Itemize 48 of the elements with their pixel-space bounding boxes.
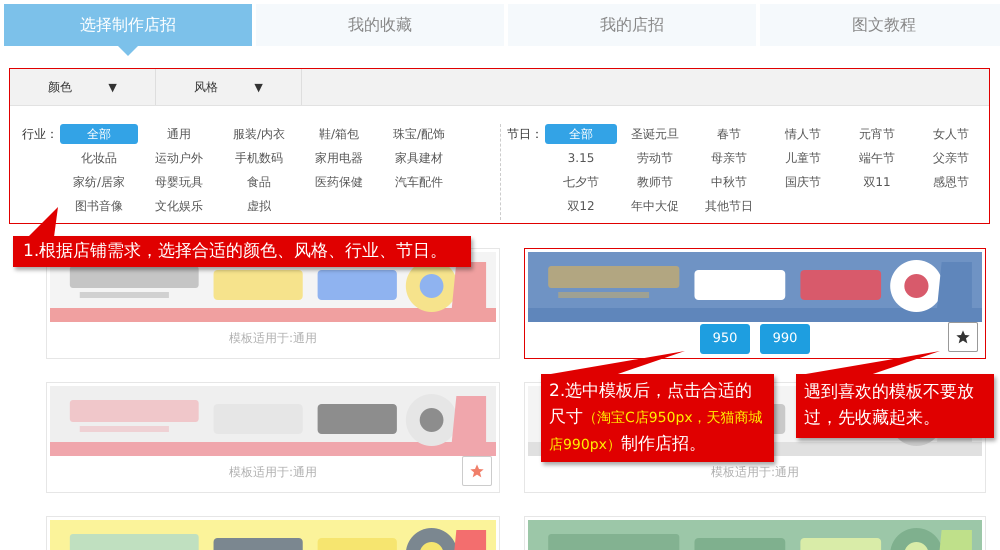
filter-option[interactable]: 七夕节 [545, 172, 617, 192]
favorite-button[interactable] [948, 322, 978, 352]
filter-option[interactable]: 母婴玩具 [140, 172, 218, 192]
filter-option[interactable]: 母亲节 [693, 148, 765, 168]
filter-option[interactable]: 汽车配件 [380, 172, 458, 192]
filter-option[interactable]: 春节 [693, 124, 765, 144]
filter-option[interactable]: 中秋节 [693, 172, 765, 192]
filter-option[interactable]: 教师节 [619, 172, 691, 192]
filter-option[interactable]: 父亲节 [915, 148, 987, 168]
filter-option[interactable]: 家具建材 [380, 148, 458, 168]
filter-option[interactable]: 家用电器 [300, 148, 378, 168]
dropdown[interactable]: 颜色 ▼ [10, 69, 156, 105]
tab-pointer-icon [118, 46, 138, 56]
filter-option[interactable]: 图书音像 [60, 196, 138, 216]
filter-option[interactable]: 其他节日 [693, 196, 765, 216]
template-caption: 模板适用于:通用 [228, 464, 318, 481]
filter-option[interactable]: 鞋/箱包 [300, 124, 378, 144]
filter-option[interactable]: 医药保健 [300, 172, 378, 192]
dropdown[interactable]: 风格 ▼ [156, 69, 302, 105]
filter-option[interactable]: 食品 [220, 172, 298, 192]
star-icon [955, 329, 971, 345]
filter-option[interactable]: 虚拟 [220, 196, 298, 216]
filter-option[interactable]: 手机数码 [220, 148, 298, 168]
filter-option[interactable]: 家纺/居家 [60, 172, 138, 192]
filter-option[interactable]: 双11 [841, 172, 913, 192]
filter-option[interactable]: 通用 [140, 124, 218, 144]
filter-option[interactable]: 圣诞元旦 [619, 124, 691, 144]
filter-option[interactable]: 女人节 [915, 124, 987, 144]
filter-option[interactable]: 3.15 [545, 148, 617, 168]
filter-option[interactable]: 儿童节 [767, 148, 839, 168]
filter-option[interactable]: 运动户外 [140, 148, 218, 168]
filter-option[interactable]: 感恩节 [915, 172, 987, 192]
star-icon [469, 463, 485, 479]
filter-label: 节日： [507, 126, 544, 143]
filter-option[interactable]: 文化娱乐 [140, 196, 218, 216]
filter-option[interactable]: 珠宝/配饰 [380, 124, 458, 144]
filter-option[interactable]: 元宵节 [841, 124, 913, 144]
filter-option[interactable]: 国庆节 [767, 172, 839, 192]
filter-option[interactable]: 双12 [545, 196, 617, 216]
filter-label: 行业： [22, 126, 59, 143]
filter-option[interactable]: 化妆品 [60, 148, 138, 168]
filter-option[interactable]: 年中大促 [619, 196, 691, 216]
filter-option[interactable]: 服装/内衣 [220, 124, 298, 144]
filter-option[interactable]: 情人节 [767, 124, 839, 144]
filter-option[interactable]: 端午节 [841, 148, 913, 168]
template-caption: 模板适用于:通用 [710, 464, 800, 481]
template-caption: 模板适用于:通用 [228, 330, 318, 347]
filter-option[interactable]: 劳动节 [619, 148, 691, 168]
